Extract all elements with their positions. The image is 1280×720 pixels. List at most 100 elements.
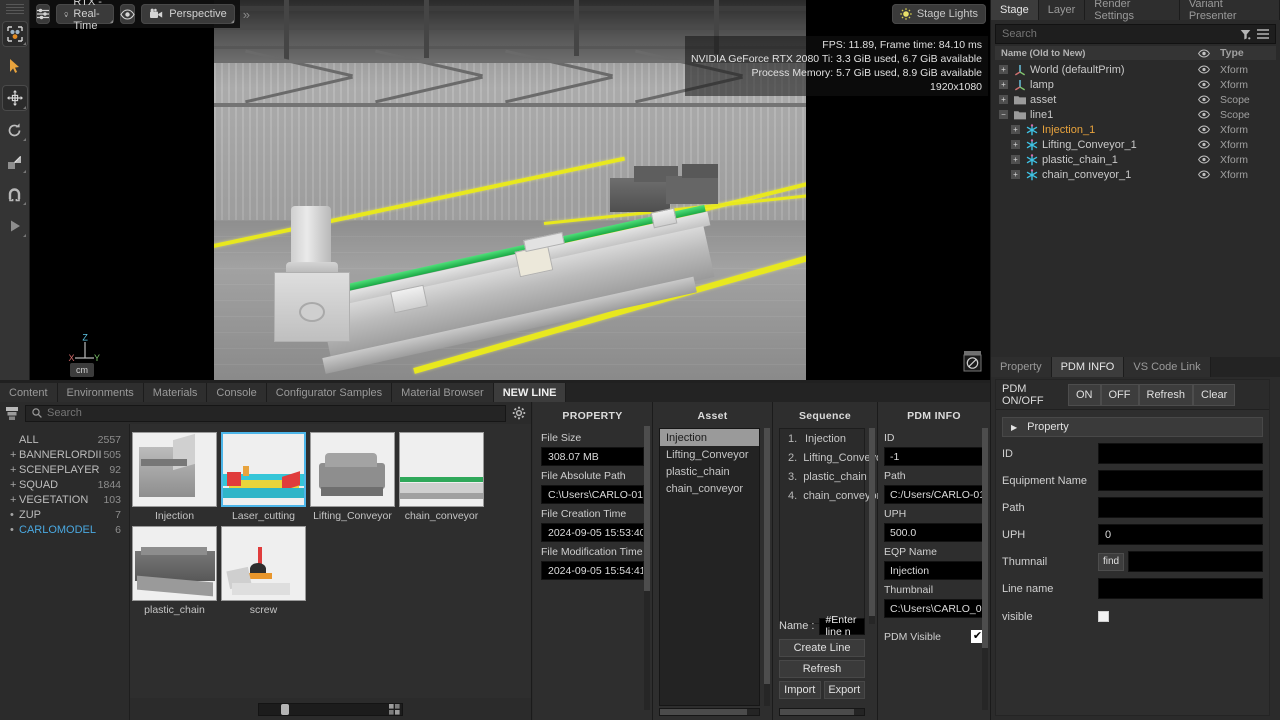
asset-thumbnail[interactable]: screw: [221, 526, 306, 616]
dock-tab-content[interactable]: Content: [0, 383, 58, 402]
tree-expander[interactable]: +: [1011, 140, 1020, 149]
thumbnail-zoom-slider[interactable]: [258, 702, 403, 716]
pdm-field-input[interactable]: [1098, 578, 1263, 599]
asset-thumbnail-image[interactable]: [310, 432, 395, 507]
pdm-clear-button[interactable]: Clear: [1193, 383, 1236, 406]
collection-expander[interactable]: +: [10, 449, 19, 461]
create-line-button[interactable]: Create Line: [779, 639, 865, 657]
tab-layer[interactable]: Layer: [1038, 0, 1086, 20]
pdm-field-input[interactable]: [1098, 443, 1263, 464]
pdm-info-field-value[interactable]: 500.0: [884, 523, 984, 542]
select-tool-icon[interactable]: [1, 21, 28, 47]
asset-list-item[interactable]: Lifting_Conveyor: [660, 446, 759, 463]
no-camera-icon[interactable]: [962, 350, 982, 374]
tab-render-settings[interactable]: Render Settings: [1085, 0, 1180, 22]
stage-lights-selector[interactable]: Stage Lights: [891, 4, 986, 24]
property-section-header[interactable]: ▶ Property: [1002, 417, 1263, 437]
browser-search-input[interactable]: [47, 407, 505, 419]
asset-thumbnail-image[interactable]: [132, 432, 217, 507]
tree-expander[interactable]: +: [1011, 170, 1020, 179]
stage-search-input[interactable]: [996, 28, 1240, 40]
property-field-value[interactable]: 308.07 MB: [541, 447, 644, 466]
grid-view-icon[interactable]: [389, 703, 400, 715]
viewport-settings-button[interactable]: [36, 4, 50, 24]
tab-stage[interactable]: Stage: [991, 0, 1039, 20]
pdm-info-field-value[interactable]: C:/Users/CARLO-01/sou: [884, 485, 984, 504]
property-field-value[interactable]: 2024-09-05 15:53:40: [541, 523, 644, 542]
visibility-toggle-icon[interactable]: [1188, 140, 1220, 149]
pdm-refresh-button[interactable]: Refresh: [1138, 383, 1194, 406]
pdm-info-field-value[interactable]: C:\Users\CARLO_01\sou: [884, 599, 984, 618]
tree-expander[interactable]: +: [999, 95, 1008, 104]
property-field-value[interactable]: C:\Users\CARLO-01\sou: [541, 485, 644, 504]
visibility-toggle-icon[interactable]: [1188, 110, 1220, 119]
scale-tool-flyout-arrow[interactable]: [22, 170, 26, 173]
asset-list-item[interactable]: plastic_chain: [660, 463, 759, 480]
stage-tree-row[interactable]: + World (defaultPrim) Xform: [995, 62, 1276, 77]
dock-tab-new-line[interactable]: NEW LINE: [493, 383, 567, 402]
visibility-toggle-icon[interactable]: [1188, 170, 1220, 179]
tab-variant-presenter[interactable]: Variant Presenter: [1179, 0, 1280, 22]
move-tool-flyout-arrow[interactable]: [22, 106, 26, 109]
funnel-icon[interactable]: [1240, 29, 1251, 40]
viewport-toolbar-overflow[interactable]: »: [243, 7, 250, 22]
property-scrollbar[interactable]: [644, 426, 650, 710]
camera-flyout-arrow[interactable]: [230, 20, 234, 23]
collection-expander[interactable]: •: [10, 524, 19, 536]
cursor-arrow-icon[interactable]: [2, 53, 28, 79]
stage-tree-row[interactable]: − line1 Scope: [995, 107, 1276, 122]
asset-thumbnail-image[interactable]: [221, 526, 306, 601]
filter-stack-icon[interactable]: [5, 406, 19, 421]
pdm-field-input[interactable]: 0: [1098, 524, 1263, 545]
asset-thumbnail-image[interactable]: [132, 526, 217, 601]
column-header-name[interactable]: Name (Old to New): [995, 48, 1188, 59]
viewport[interactable]: RTX - Real-Time Perspective » Stage Ligh…: [30, 0, 990, 380]
move-tool-icon[interactable]: [1, 85, 28, 111]
visibility-toggle-icon[interactable]: [1188, 65, 1220, 74]
renderer-flyout-arrow[interactable]: [110, 20, 114, 23]
pdm-info-field-value[interactable]: Injection: [884, 561, 984, 580]
tree-expander[interactable]: +: [999, 65, 1008, 74]
hamburger-icon[interactable]: [1257, 29, 1269, 39]
collection-item[interactable]: + BANNERLORDII 505: [0, 447, 129, 462]
sequence-list-item[interactable]: 3. plastic_chain: [780, 467, 867, 486]
viewport-unit-label[interactable]: cm: [70, 363, 94, 377]
tab-pdm-info[interactable]: PDM INFO: [1051, 357, 1125, 377]
stage-tree-row[interactable]: + Lifting_Conveyor_1 Xform: [995, 137, 1276, 152]
asset-thumbnail[interactable]: Lifting_Conveyor: [310, 432, 395, 522]
sequence-list-item[interactable]: 1. Injection: [780, 429, 864, 448]
renderer-selector[interactable]: RTX - Real-Time: [56, 0, 115, 32]
zoom-slider-handle[interactable]: [281, 703, 289, 715]
pdm-info-scrollbar[interactable]: [982, 428, 988, 710]
pdm-visible-checkbox[interactable]: [1098, 611, 1109, 622]
property-field-value[interactable]: 2024-09-05 15:54:41: [541, 561, 644, 580]
pdm-info-field-value[interactable]: -1: [884, 447, 984, 466]
play-flyout-arrow[interactable]: [22, 234, 26, 237]
collection-expander[interactable]: +: [10, 479, 19, 491]
camera-selector[interactable]: Perspective: [141, 4, 235, 24]
pdm-off-button[interactable]: OFF: [1100, 383, 1139, 406]
asset-scrollbar[interactable]: [764, 428, 770, 706]
collection-item[interactable]: + SQUAD 1844: [0, 477, 129, 492]
stage-tree-row[interactable]: + plastic_chain_1 Xform: [995, 152, 1276, 167]
toolbar-drag-handle[interactable]: [5, 4, 24, 14]
dock-tab-material-browser[interactable]: Material Browser: [392, 383, 494, 402]
pdm-field-input[interactable]: [1098, 470, 1263, 491]
stage-tree-row[interactable]: + lamp Xform: [995, 77, 1276, 92]
sequence-scrollbar[interactable]: [869, 428, 875, 624]
asset-thumbnail[interactable]: Laser_cutting: [221, 432, 306, 522]
asset-thumbnail-image[interactable]: [221, 432, 306, 507]
visibility-toggle-icon[interactable]: [1188, 80, 1220, 89]
tree-expander[interactable]: +: [1011, 155, 1020, 164]
column-header-visibility[interactable]: [1188, 48, 1220, 58]
dock-tab-materials[interactable]: Materials: [143, 383, 208, 402]
asset-list-item[interactable]: chain_conveyor: [660, 480, 759, 497]
sequence-hscrollbar[interactable]: [779, 708, 865, 716]
eye-icon[interactable]: [120, 4, 136, 24]
asset-thumbnail[interactable]: plastic_chain: [132, 526, 217, 616]
snap-flyout-arrow[interactable]: [22, 202, 26, 205]
collection-expander[interactable]: •: [10, 509, 19, 521]
visibility-toggle-icon[interactable]: [1188, 95, 1220, 104]
asset-thumbnail-image[interactable]: [399, 432, 484, 507]
column-header-type[interactable]: Type: [1220, 47, 1276, 59]
